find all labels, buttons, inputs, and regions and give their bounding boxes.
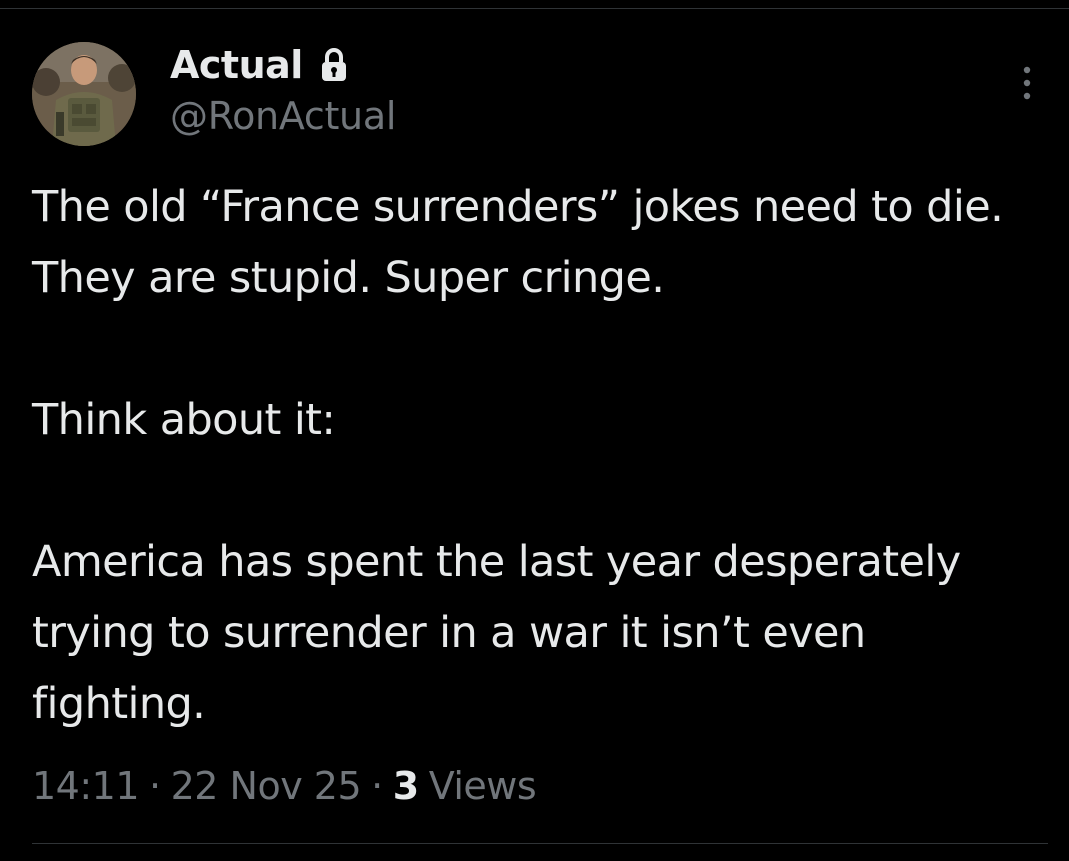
avatar[interactable] [32, 42, 136, 146]
tweet-paragraph: America has spent the last year desperat… [32, 537, 961, 729]
handle[interactable]: @RonActual [170, 94, 396, 138]
lock-icon [319, 47, 349, 83]
top-divider [0, 8, 1069, 9]
views-count[interactable]: 3 [393, 764, 419, 808]
tweet-paragraph: Think about it: [32, 395, 336, 445]
name-row: Actual [170, 40, 349, 90]
views-label[interactable]: Views [429, 764, 537, 808]
more-options-icon[interactable] [1020, 64, 1034, 104]
tweet-time[interactable]: 14:11 [32, 764, 140, 808]
bottom-divider [32, 843, 1048, 844]
separator: · [149, 764, 161, 808]
avatar-image [32, 42, 136, 146]
tweet-date[interactable]: 22 Nov 25 [171, 764, 362, 808]
tweet-header: Actual @RonActual [32, 40, 1042, 148]
display-name[interactable]: Actual [170, 43, 303, 87]
tweet-text: The old “France surrenders” jokes need t… [32, 172, 1042, 740]
tweet-paragraph: The old “France surrenders” jokes need t… [32, 182, 1004, 303]
tweet-meta: 14:11 · 22 Nov 25 · 3 Views [32, 758, 537, 814]
separator: · [371, 764, 383, 808]
